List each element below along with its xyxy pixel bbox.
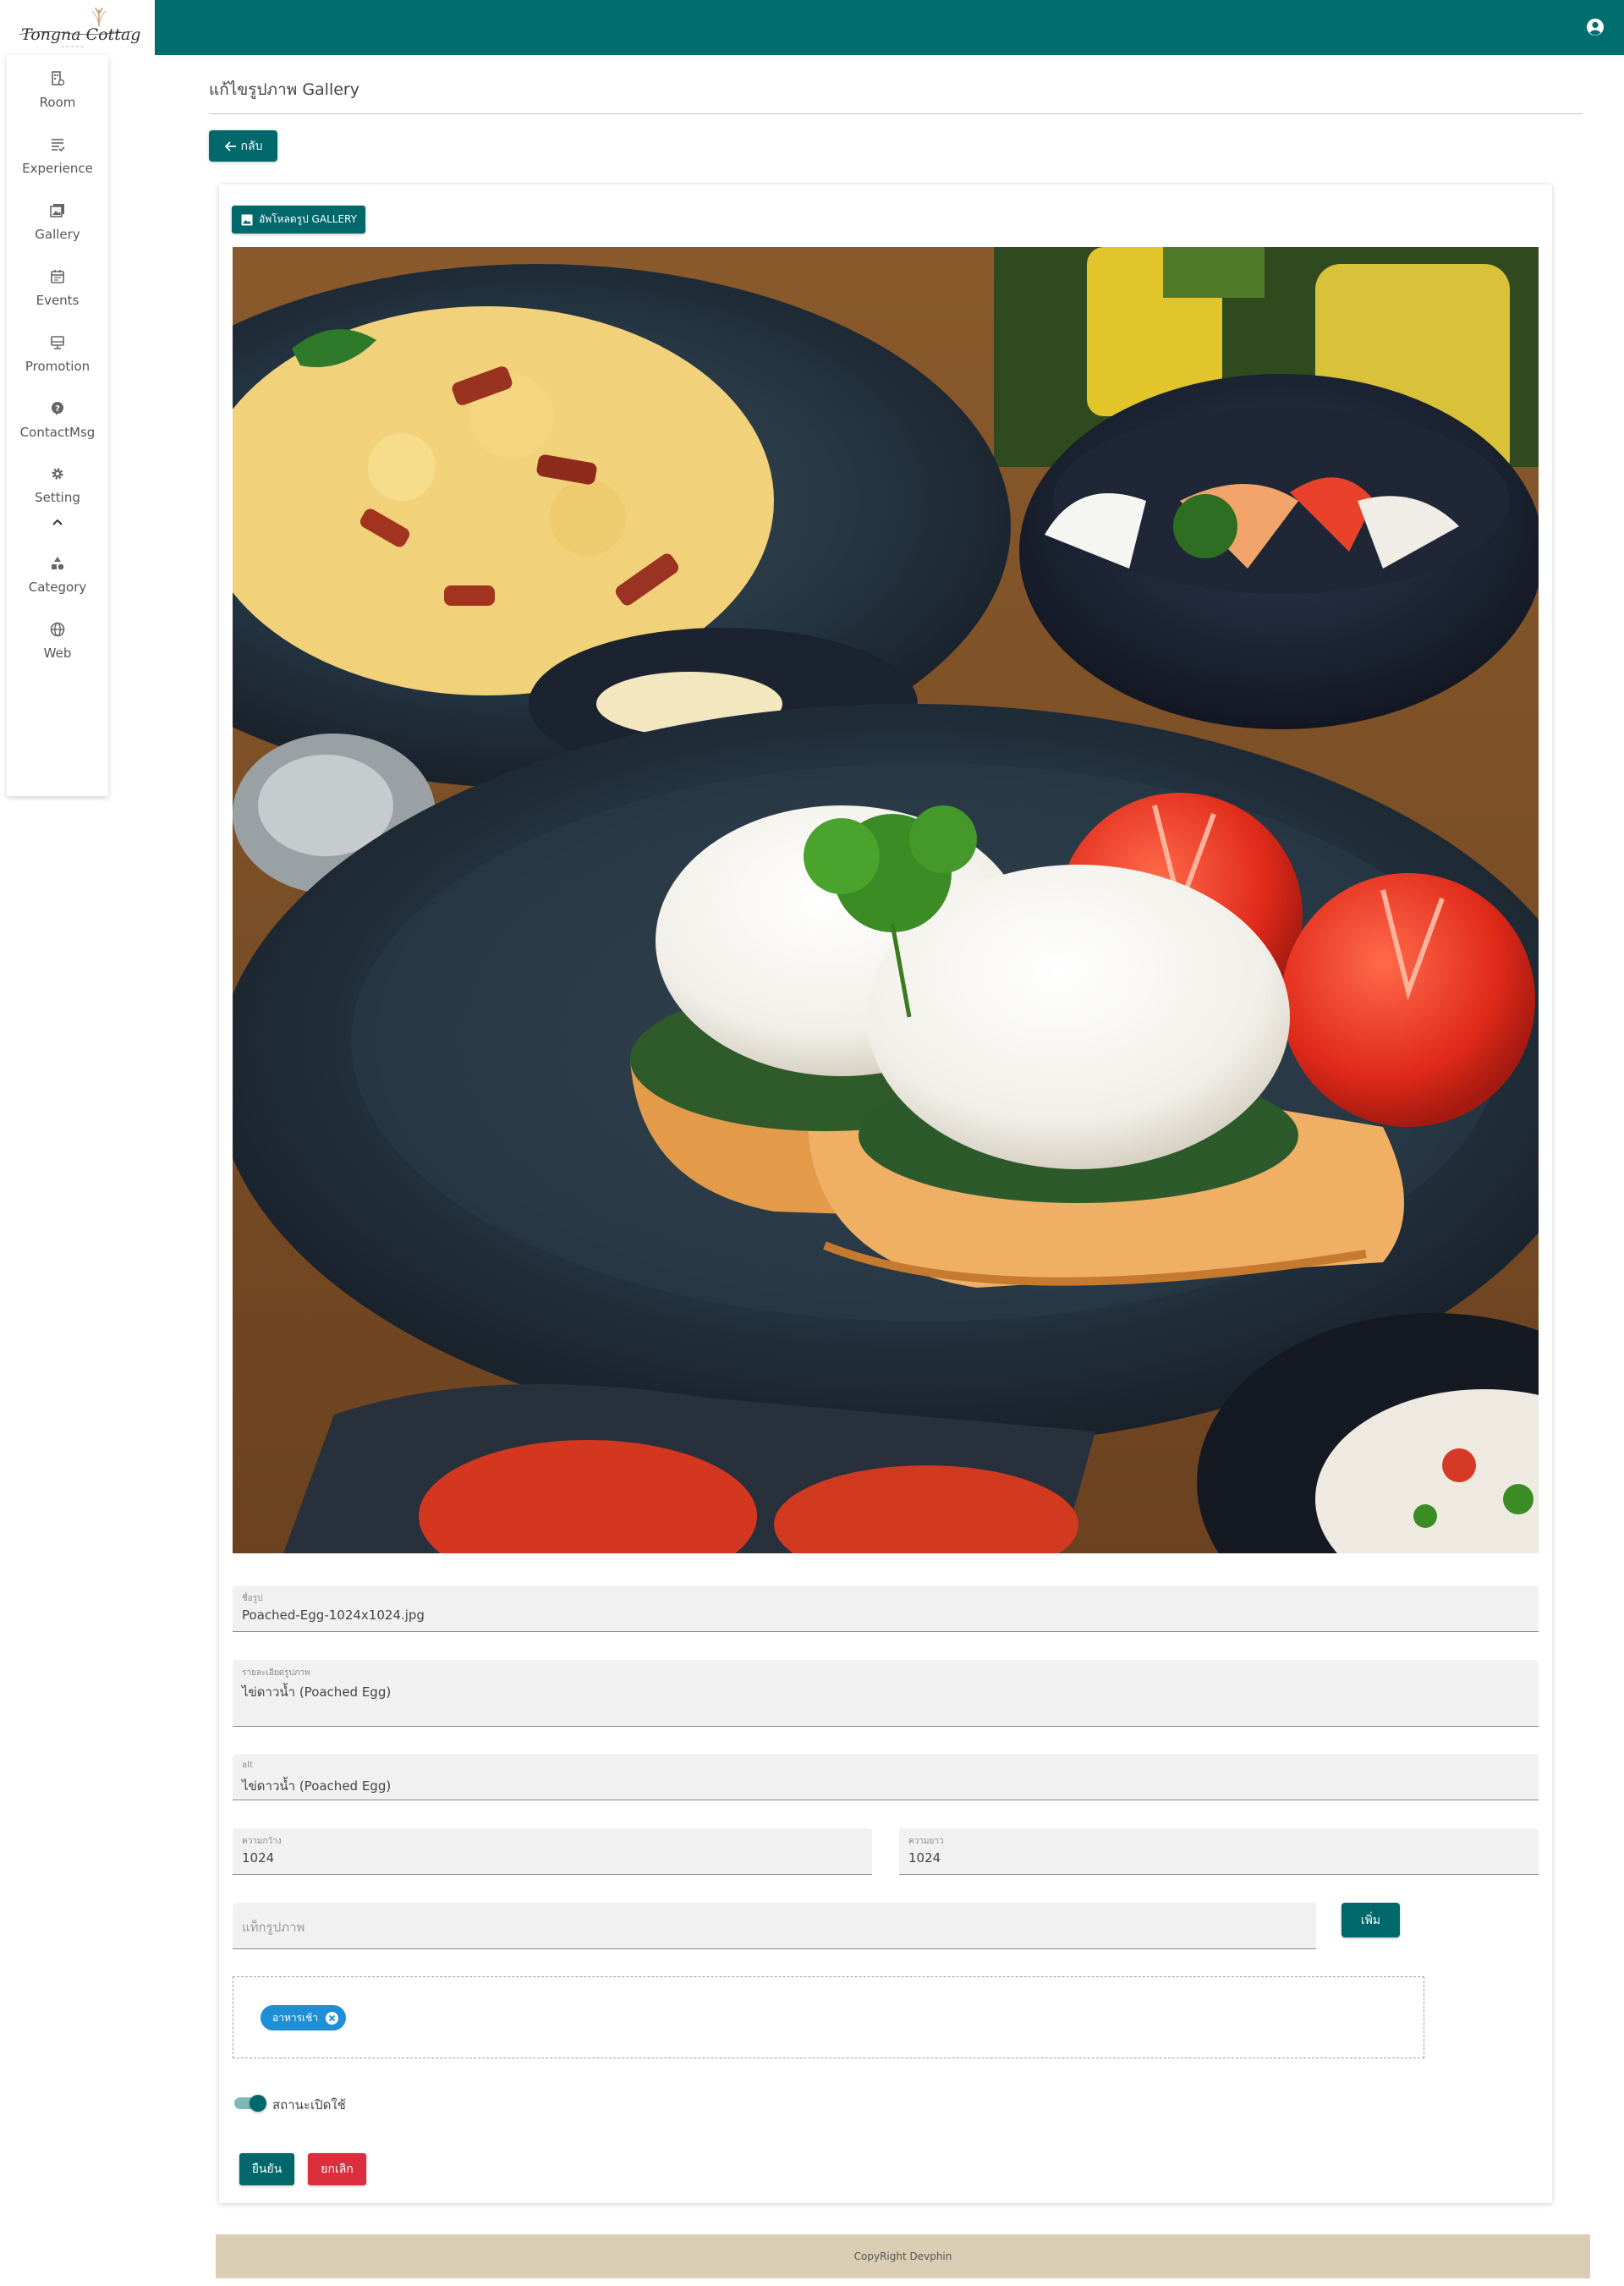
- tag-input[interactable]: แท็กรูปภาพ: [233, 1903, 1316, 1949]
- top-app-bar: Tongna Cottage ~ ~ ~ ~ ~: [0, 0, 1624, 55]
- sidebar-item-label: Promotion: [25, 359, 91, 374]
- poached-egg-photo: [233, 247, 1539, 1553]
- status-toggle[interactable]: [234, 2095, 266, 2112]
- arrow-left-icon: [224, 140, 236, 151]
- alt-label: alt: [242, 1761, 253, 1770]
- gallery-icon: [50, 204, 64, 217]
- sidebar-item-label: Events: [36, 293, 80, 308]
- logo-mark: Tongna Cottage ~ ~ ~ ~ ~: [19, 7, 141, 50]
- cancel-button[interactable]: ยกเลิก: [308, 2153, 366, 2185]
- alt-field[interactable]: alt ไข่ดาวน้ำ (Poached Egg): [233, 1754, 1539, 1800]
- sidebar-item-label: Experience: [22, 161, 93, 176]
- tag-chip-label: อาหารเช้า: [272, 2011, 319, 2024]
- tag-list: อาหารเช้า: [233, 1976, 1424, 2058]
- page-title: แก้ไขรูปภาพ Gallery: [209, 80, 359, 99]
- toggle-knob: [250, 2095, 266, 2112]
- height-field[interactable]: ความยาว 1024: [899, 1828, 1539, 1875]
- description-field[interactable]: รายละเอียดรูปภาพ ไข่ดาวน้ำ (Poached Egg): [233, 1660, 1539, 1727]
- sidebar-item-room[interactable]: Room: [7, 62, 108, 121]
- sidebar-item-label: Gallery: [35, 227, 80, 242]
- tag-chip[interactable]: อาหารเช้า: [261, 2005, 347, 2030]
- upload-gallery-button[interactable]: อัพโหลดรูป GALLERY: [232, 206, 365, 234]
- cancel-label: ยกเลิก: [321, 2162, 354, 2176]
- sidebar-item-contactmsg[interactable]: ? ContactMsg: [7, 392, 108, 451]
- filename-label: ชื่อรูป: [242, 1594, 263, 1603]
- sidebar-item-web[interactable]: Web: [7, 613, 108, 672]
- add-tag-label: เพิ่ม: [1360, 1913, 1381, 1927]
- back-button[interactable]: กลับ: [209, 130, 277, 162]
- monitor-icon: [51, 336, 64, 349]
- close-icon[interactable]: [325, 2011, 339, 2025]
- brand-logo[interactable]: Tongna Cottage ~ ~ ~ ~ ~: [0, 0, 155, 55]
- width-value: 1024: [242, 1850, 275, 1866]
- svg-text:?: ?: [55, 404, 60, 414]
- confirm-button[interactable]: ยืนยัน: [239, 2153, 294, 2185]
- sidebar-item-category[interactable]: Category: [7, 547, 108, 606]
- status-label: สถานะเปิดใช้: [272, 2097, 346, 2113]
- confirm-label: ยืนยัน: [251, 2162, 283, 2176]
- sidebar-item-label: Setting: [35, 490, 80, 505]
- svg-text:~ ~ ~ ~ ~: ~ ~ ~ ~ ~: [61, 45, 84, 50]
- filename-value: Poached-Egg-1024x1024.jpg: [242, 1607, 425, 1623]
- description-label: รายละเอียดรูปภาพ: [242, 1668, 310, 1678]
- upload-gallery-label: อัพโหลดรูป GALLERY: [259, 213, 357, 225]
- user-circle-icon[interactable]: [1585, 17, 1605, 37]
- svg-text:Tongna Cottage: Tongna Cottage: [21, 25, 141, 44]
- tag-input-placeholder: แท็กรูปภาพ: [242, 1920, 305, 1935]
- sidebar-item-label: Category: [28, 580, 87, 595]
- filename-field[interactable]: ชื่อรูป Poached-Egg-1024x1024.jpg: [233, 1585, 1539, 1632]
- width-field[interactable]: ความกว้าง 1024: [233, 1828, 872, 1875]
- experience-icon: [52, 139, 65, 152]
- sidebar: Room Experience Gallery Events Promotion…: [7, 55, 108, 796]
- footer: CopyRight Devphin: [216, 2234, 1590, 2278]
- sidebar-item-promotion[interactable]: Promotion: [7, 326, 108, 385]
- back-button-label: กลับ: [240, 139, 263, 153]
- question-icon: ?: [52, 402, 63, 415]
- description-value: ไข่ดาวน้ำ (Poached Egg): [242, 1684, 392, 1700]
- sidebar-item-events[interactable]: Events: [7, 260, 108, 319]
- globe-icon: [50, 622, 65, 637]
- copyright-text: CopyRight Devphin: [853, 2250, 952, 2262]
- sidebar-item-experience[interactable]: Experience: [7, 128, 108, 187]
- room-icon: [52, 71, 65, 86]
- image-icon: [241, 214, 253, 225]
- gallery-image-preview: [233, 247, 1539, 1553]
- add-tag-button[interactable]: เพิ่ม: [1341, 1903, 1400, 1937]
- sidebar-item-label: Room: [39, 95, 76, 110]
- sidebar-item-gallery[interactable]: Gallery: [7, 194, 108, 253]
- calendar-icon: [51, 270, 64, 283]
- edit-gallery-card: อัพโหลดรูป GALLERY ชื่อรูป Poached-Egg-1…: [219, 184, 1552, 2203]
- sidebar-item-setting[interactable]: Setting: [7, 457, 108, 516]
- width-label: ความกว้าง: [242, 1837, 282, 1846]
- sidebar-item-label: Web: [43, 646, 72, 661]
- title-divider: [209, 113, 1583, 114]
- sidebar-item-label: ContactMsg: [19, 425, 96, 440]
- alt-value: ไข่ดาวน้ำ (Poached Egg): [242, 1778, 392, 1794]
- chevron-up-icon[interactable]: [51, 516, 64, 530]
- height-label: ความยาว: [908, 1837, 944, 1846]
- height-value: 1024: [908, 1850, 941, 1866]
- shapes-icon: [52, 557, 64, 570]
- gear-icon: [52, 468, 63, 480]
